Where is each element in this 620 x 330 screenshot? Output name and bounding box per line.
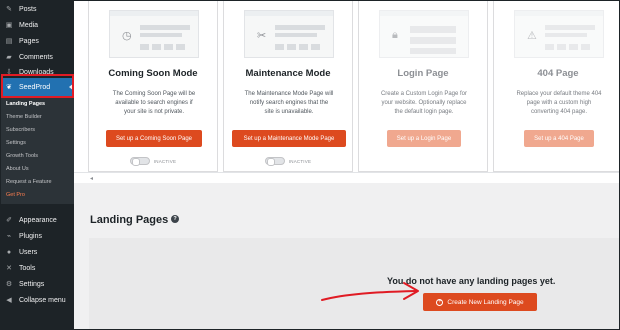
menu-item-posts[interactable]: ✎ Posts bbox=[0, 1, 74, 17]
brush-icon: ✐ bbox=[6, 216, 12, 224]
card-title: Coming Soon Mode bbox=[108, 68, 198, 79]
horizontal-scrollbar[interactable]: ◂ bbox=[74, 172, 620, 183]
card-title: Login Page bbox=[397, 68, 449, 79]
menu-label: Appearance bbox=[19, 216, 57, 224]
submenu-settings[interactable]: Settings bbox=[6, 140, 26, 146]
card-title: Maintenance Mode bbox=[245, 68, 331, 79]
comments-icon: ▰ bbox=[6, 53, 12, 61]
card-description: The Coming Soon Page will be available to… bbox=[112, 91, 196, 115]
clock-icon: ◷ bbox=[122, 30, 132, 42]
card-maintenance: ✂ Maintenance Mode The Maintenance Mode … bbox=[223, 0, 353, 172]
menu-item-tools[interactable]: ✕ Tools bbox=[0, 260, 74, 276]
menu-label: Comments bbox=[19, 53, 53, 61]
plugin-icon: ⌁ bbox=[6, 232, 12, 240]
card-description: Create a Custom Login Page for your websi… bbox=[380, 91, 468, 115]
status-toggle-row: INACTIVE bbox=[89, 157, 217, 166]
menu-item-media[interactable]: ▣ Media bbox=[0, 17, 74, 33]
submenu-theme-builder[interactable]: Theme Builder bbox=[6, 114, 42, 120]
pages-icon: ▤ bbox=[5, 37, 13, 45]
status-label: INACTIVE bbox=[153, 158, 177, 164]
pin-icon: ✎ bbox=[6, 5, 12, 13]
landing-pages-header: Landing Pages ? bbox=[74, 183, 620, 237]
card-thumbnail: ◷ bbox=[109, 10, 199, 58]
menu-item-appearance[interactable]: ✐ Appearance bbox=[0, 212, 74, 228]
menu-label: Pages bbox=[19, 37, 39, 45]
button-label: Create New Landing Page bbox=[447, 298, 524, 306]
card-thumbnail: 🔒︎ bbox=[379, 10, 469, 58]
submenu-about-us[interactable]: About Us bbox=[6, 166, 29, 172]
wrench-icon: ✕ bbox=[6, 264, 12, 272]
lock-icon: 🔒︎ bbox=[392, 29, 398, 41]
warning-icon: ⚠ bbox=[527, 30, 537, 42]
menu-item-pages[interactable]: ▤ Pages bbox=[0, 33, 74, 49]
submenu-subscribers[interactable]: Subscribers bbox=[6, 127, 35, 133]
card-login-page: 🔒︎ Login Page Create a Custom Login Page… bbox=[358, 0, 488, 172]
menu-item-settings[interactable]: ⚙ Settings bbox=[0, 276, 74, 292]
settings-icon: ⚙ bbox=[5, 280, 13, 288]
annotation-arrow-icon bbox=[321, 282, 419, 301]
submenu-get-pro[interactable]: Get Pro bbox=[6, 192, 25, 198]
menu-label: Users bbox=[19, 248, 38, 256]
card-description: Replace your default theme 404 page with … bbox=[516, 91, 602, 115]
media-icon: ▣ bbox=[5, 21, 13, 29]
coming-soon-toggle[interactable] bbox=[129, 157, 150, 166]
menu-label: Collapse menu bbox=[19, 296, 66, 304]
menu-label: Tools bbox=[19, 264, 36, 272]
seedprod-submenu: Landing Pages Theme Builder Subscribers … bbox=[0, 98, 74, 204]
setup-maintenance-button[interactable]: Set up a Maintenance Mode Page bbox=[232, 130, 346, 147]
seedprod-highlight-box bbox=[1, 74, 74, 98]
submenu-landing-pages[interactable]: Landing Pages bbox=[6, 101, 45, 107]
create-landing-page-button[interactable]: + Create New Landing Page bbox=[423, 293, 537, 311]
card-404-page: ⚠ 404 Page Replace your default theme 40… bbox=[493, 0, 620, 172]
maintenance-toggle[interactable] bbox=[264, 157, 285, 166]
help-icon[interactable]: ? bbox=[171, 215, 179, 223]
menu-item-comments[interactable]: ▰ Comments bbox=[0, 49, 74, 65]
tools-icon: ✂ bbox=[257, 30, 267, 42]
plus-circle-icon: + bbox=[436, 298, 444, 306]
mode-cards-panel: Ⓐ ◷ Coming Soon Mode The Coming Soon Pag… bbox=[74, 0, 620, 183]
menu-item-users[interactable]: ● Users bbox=[0, 244, 74, 260]
setup-404-button[interactable]: Set up a 404 Page bbox=[524, 130, 594, 147]
card-thumbnail: ⚠ bbox=[514, 10, 604, 58]
card-title: 404 Page bbox=[537, 68, 579, 79]
card-coming-soon: ◷ Coming Soon Mode The Coming Soon Page … bbox=[88, 0, 218, 172]
menu-label: Settings bbox=[19, 280, 45, 288]
menu-label: Posts bbox=[19, 5, 37, 13]
scroll-left-arrow-icon[interactable]: ◂ bbox=[90, 175, 93, 182]
users-icon: ● bbox=[6, 248, 12, 256]
setup-login-button[interactable]: Set up a Login Page bbox=[387, 130, 461, 147]
admin-sidebar: ✎ Posts ▣ Media ▤ Pages ▰ Comments ⇩ Dow… bbox=[0, 0, 74, 330]
card-description: The Maintenance Mode Page will notify sea… bbox=[244, 91, 334, 115]
setup-coming-soon-button[interactable]: Set up a Coming Soon Page bbox=[106, 130, 202, 147]
menu-label: Plugins bbox=[19, 232, 42, 240]
menu-label: Media bbox=[19, 21, 39, 29]
menu-item-plugins[interactable]: ⌁ Plugins bbox=[0, 228, 74, 244]
submenu-request-feature[interactable]: Request a Feature bbox=[6, 179, 52, 185]
submenu-growth-tools[interactable]: Growth Tools bbox=[6, 153, 38, 159]
section-title: Landing Pages bbox=[90, 214, 169, 226]
collapse-icon: ◀ bbox=[6, 296, 12, 304]
card-thumbnail: ✂ bbox=[244, 10, 334, 58]
status-label: INACTIVE bbox=[288, 158, 312, 164]
collapse-menu[interactable]: ◀ Collapse menu bbox=[0, 292, 74, 308]
status-toggle-row: INACTIVE bbox=[224, 157, 352, 166]
